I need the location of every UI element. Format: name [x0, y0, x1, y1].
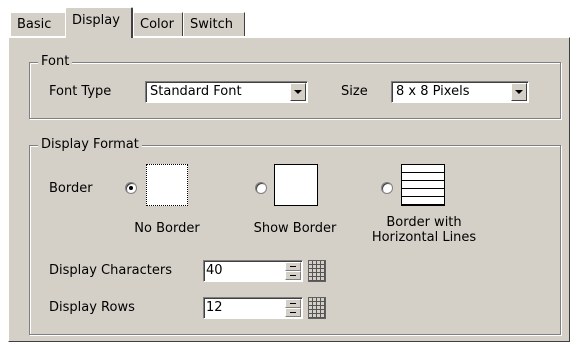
font-type-value: Standard Font	[150, 84, 242, 99]
display-rows-value: 12	[206, 300, 223, 315]
tab-basic[interactable]: Basic	[10, 12, 67, 36]
display-rows-label: Display Rows	[49, 300, 135, 315]
font-type-dropdown[interactable]: Standard Font	[145, 81, 308, 103]
display-rows-spinner[interactable]	[285, 299, 301, 317]
no-border-label: No Border	[134, 221, 200, 236]
display-rows-input[interactable]: 12	[203, 297, 303, 319]
font-type-label: Font Type	[49, 84, 112, 99]
horizontal-lines-label-line1: Border with	[386, 215, 462, 230]
tab-color[interactable]: Color	[133, 12, 183, 36]
font-group-title: Font	[38, 54, 73, 69]
display-characters-label: Display Characters	[49, 263, 173, 278]
size-dropdown[interactable]: 8 x 8 Pixels	[391, 81, 529, 103]
display-characters-value: 40	[206, 263, 223, 278]
chevron-down-icon[interactable]	[290, 83, 306, 101]
tab-display[interactable]: Display	[65, 7, 133, 38]
display-characters-input[interactable]: 40	[203, 260, 303, 282]
show-border-label: Show Border	[253, 221, 337, 236]
border-label: Border	[49, 181, 93, 196]
radio-no-border[interactable]	[125, 182, 137, 194]
size-value: 8 x 8 Pixels	[396, 84, 470, 99]
radio-show-border[interactable]	[255, 182, 267, 194]
spin-up-icon[interactable]	[285, 262, 301, 271]
no-border-preview[interactable]	[146, 164, 188, 206]
size-label: Size	[341, 84, 368, 99]
show-border-preview[interactable]	[274, 164, 318, 206]
radio-horizontal-lines[interactable]	[381, 182, 393, 194]
spin-down-icon[interactable]	[285, 308, 301, 317]
spin-up-icon[interactable]	[285, 299, 301, 308]
keypad-icon[interactable]	[308, 260, 326, 282]
horizontal-lines-label-line2: Horizontal Lines	[371, 230, 477, 245]
display-format-group-title: Display Format	[38, 137, 142, 152]
chevron-down-icon[interactable]	[511, 83, 527, 101]
tab-panel: Font Font Type Standard Font Size 8 x 8 …	[8, 37, 570, 342]
tab-switch[interactable]: Switch	[183, 12, 245, 36]
horizontal-lines-preview[interactable]	[401, 164, 445, 206]
spin-down-icon[interactable]	[285, 271, 301, 280]
keypad-icon[interactable]	[308, 297, 326, 319]
display-characters-spinner[interactable]	[285, 262, 301, 280]
